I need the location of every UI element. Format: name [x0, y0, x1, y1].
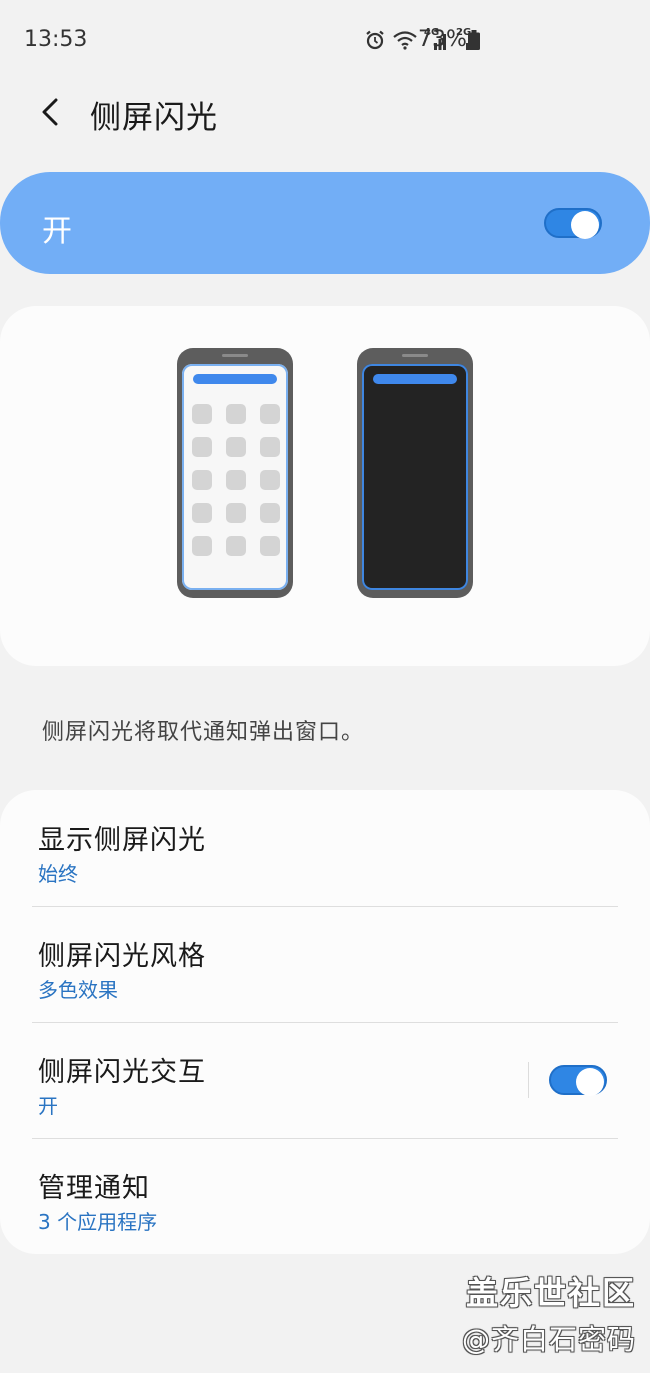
settings-list: 显示侧屏闪光 始终 侧屏闪光风格 多色效果 侧屏闪光交互 开 管理通知 3 个应…	[0, 790, 650, 1254]
setting-subtitle: 始终	[38, 862, 78, 886]
edge-lighting-settings-page: 13:53 4G 2G 73% 侧屏闪光 开 侧屏闪光将取代通知弹出窗口。 显示…	[0, 0, 650, 1373]
feature-description: 侧屏闪光将取代通知弹出窗口。	[42, 720, 365, 745]
alarm-icon	[366, 30, 384, 50]
notification-bar	[193, 374, 277, 384]
app-placeholder-icon	[226, 404, 246, 424]
status-time: 13:53	[24, 27, 88, 52]
interaction-toggle[interactable]	[549, 1065, 607, 1096]
app-placeholder-icon	[226, 536, 246, 556]
app-placeholder-icon	[192, 404, 212, 424]
phone-screen	[182, 364, 288, 590]
phone-speaker	[222, 354, 248, 357]
master-switch-bar[interactable]: 开	[0, 172, 650, 274]
back-button[interactable]	[30, 90, 70, 134]
notification-bar	[373, 374, 457, 384]
toggle-separator	[528, 1062, 529, 1098]
app-placeholder-icon	[260, 503, 280, 523]
app-placeholder-icon	[226, 437, 246, 457]
watermark-author: @齐白石密码	[461, 1323, 636, 1356]
app-placeholder-icon	[226, 470, 246, 490]
master-switch-label: 开	[42, 214, 72, 249]
chevron-left-icon	[42, 98, 58, 126]
phone-speaker	[402, 354, 428, 357]
app-placeholder-icon	[260, 404, 280, 424]
setting-subtitle: 3 个应用程序	[38, 1210, 158, 1234]
battery-percent: 73%	[418, 27, 467, 52]
app-placeholder-icon	[192, 536, 212, 556]
phone-light-illustration	[177, 348, 293, 598]
phone-screen	[362, 364, 468, 590]
app-placeholder-icon	[260, 536, 280, 556]
setting-edge-lighting-interaction[interactable]: 侧屏闪光交互 开	[0, 1022, 650, 1138]
phone-dark-illustration	[357, 348, 473, 598]
setting-title: 管理通知	[38, 1173, 150, 1204]
setting-edge-lighting-style[interactable]: 侧屏闪光风格 多色效果	[0, 906, 650, 1022]
app-placeholder-icon	[192, 437, 212, 457]
app-icon-grid	[192, 404, 282, 556]
app-placeholder-icon	[226, 503, 246, 523]
watermark-community: 盖乐世社区	[465, 1274, 636, 1312]
setting-title: 侧屏闪光交互	[38, 1057, 206, 1088]
setting-subtitle: 多色效果	[38, 978, 118, 1002]
battery-icon	[468, 30, 480, 50]
app-placeholder-icon	[192, 470, 212, 490]
page-title: 侧屏闪光	[90, 100, 218, 136]
wifi-icon	[393, 31, 417, 50]
app-placeholder-icon	[192, 503, 212, 523]
setting-title: 显示侧屏闪光	[38, 825, 206, 856]
preview-card	[0, 306, 650, 666]
status-bar: 13:53 4G 2G 73%	[0, 0, 650, 80]
setting-title: 侧屏闪光风格	[38, 941, 206, 972]
toggle-knob	[571, 211, 599, 239]
setting-manage-notifications[interactable]: 管理通知 3 个应用程序	[0, 1138, 650, 1254]
app-placeholder-icon	[260, 437, 280, 457]
app-bar: 侧屏闪光	[0, 80, 650, 144]
setting-subtitle: 开	[38, 1094, 58, 1118]
toggle-knob	[576, 1068, 604, 1096]
master-switch-toggle[interactable]	[544, 208, 602, 239]
setting-show-edge-lighting[interactable]: 显示侧屏闪光 始终	[0, 790, 650, 906]
app-placeholder-icon	[260, 470, 280, 490]
